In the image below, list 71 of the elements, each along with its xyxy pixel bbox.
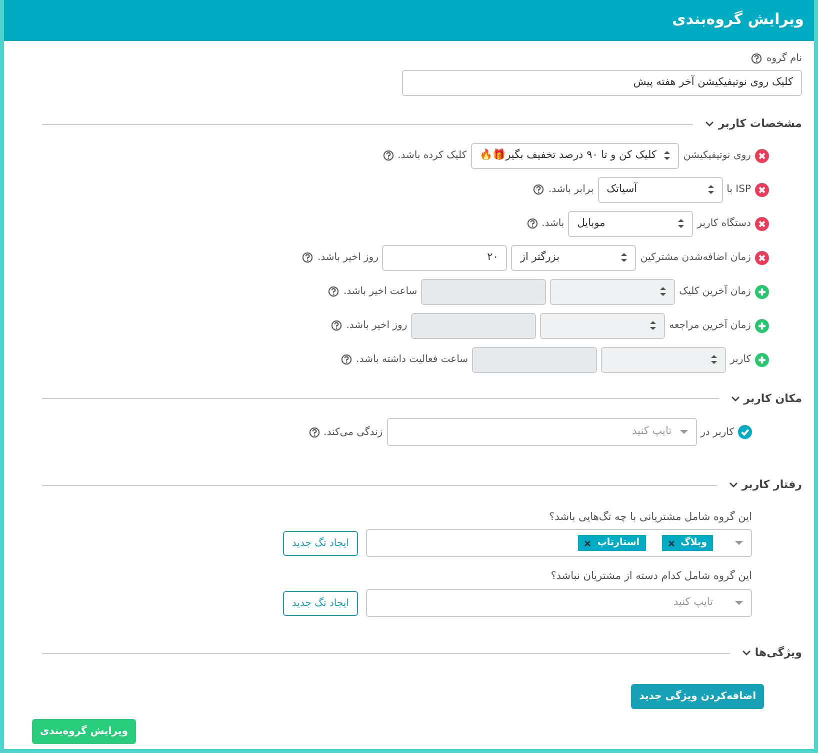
criterion-suffix: ساعت فعالیت داشته باشد.: [356, 353, 468, 367]
criterion-label: دستگاه کاربر: [697, 216, 751, 231]
help-icon[interactable]: [751, 53, 762, 64]
add-icon[interactable]: [755, 352, 769, 366]
group-name-field[interactable]: کلیک روی نوتیفیکیشن آخر هفته پیش: [402, 70, 802, 96]
page-title: ویرایش گروه‌بندی: [4, 0, 814, 41]
criterion-suffix: روز اخیر باشد.: [317, 251, 378, 265]
select-field[interactable]: کلیک کن و تا ۹۰ درصد تخفیف بگیر🎁🔥: [470, 142, 680, 168]
sort-caret-icon: [621, 253, 628, 262]
section-title[interactable]: رفتار کاربر: [742, 477, 802, 494]
remove-icon[interactable]: [755, 216, 769, 230]
sort-caret-icon: [664, 151, 670, 160]
chevron-icon[interactable]: [728, 481, 738, 490]
help-icon[interactable]: [308, 426, 320, 438]
criterion-suffix: برابر باشد.: [548, 183, 594, 197]
input-field[interactable]: ۲۰: [382, 244, 508, 270]
check-icon[interactable]: [738, 425, 752, 439]
placeholder: تایپ کنید: [673, 595, 713, 610]
placeholder: تایپ کنید: [632, 424, 672, 440]
question-label: این گروه شامل کدام دسته از مشتریان نباشد؟: [550, 569, 752, 584]
select-field[interactable]: [550, 278, 676, 304]
dropdown-caret-icon[interactable]: [680, 430, 688, 434]
select-field[interactable]: آسیاتک: [598, 176, 723, 202]
chevron-icon[interactable]: [730, 394, 740, 403]
select-field[interactable]: موبایل: [568, 210, 694, 236]
remove-icon[interactable]: [584, 540, 592, 547]
dropdown-caret-icon[interactable]: [735, 541, 743, 546]
sort-caret-icon: [708, 185, 714, 194]
sort-caret-icon: [660, 287, 666, 296]
sort-caret-icon: [711, 355, 718, 364]
add-icon[interactable]: [755, 318, 769, 332]
chevron-icon[interactable]: [742, 649, 751, 658]
criterion-suffix: روز اخیر باشد.: [346, 319, 408, 333]
select-field[interactable]: [601, 346, 726, 372]
dropdown-caret-icon[interactable]: [735, 601, 743, 605]
criterion-label: روی نوتیفیکیشن: [683, 149, 751, 163]
criterion-suffix: ساعت اخیر باشد.: [343, 285, 418, 299]
remove-icon[interactable]: [755, 182, 769, 196]
criterion-label: ISP با: [726, 183, 751, 197]
question-label: این گروه شامل مشتریانی با چه تگ‌هایی باشد؟: [548, 510, 752, 525]
criterion-label: کاربر: [730, 353, 751, 367]
select-field[interactable]: بزرگتر از: [511, 244, 636, 270]
select-field[interactable]: [540, 312, 666, 338]
criterion-suffix: زندگی می‌کند.: [324, 425, 383, 440]
help-icon[interactable]: [341, 354, 352, 365]
criterion-suffix: کلیک کرده باشد.: [398, 149, 467, 163]
input-field[interactable]: [472, 346, 598, 372]
help-icon[interactable]: [526, 218, 538, 229]
chevron-icon[interactable]: [705, 120, 714, 128]
field-label: نام گروه: [766, 51, 802, 66]
remove-icon[interactable]: [668, 540, 675, 547]
criterion-suffix: باشد.: [542, 217, 564, 231]
sort-caret-icon: [650, 321, 656, 330]
sort-caret-icon: [678, 219, 684, 228]
input-field[interactable]: [421, 278, 546, 304]
help-icon[interactable]: [328, 286, 340, 297]
section-title[interactable]: مکان کاربر: [744, 390, 802, 407]
help-icon[interactable]: [533, 184, 544, 195]
help-icon[interactable]: [382, 150, 394, 161]
help-icon[interactable]: [302, 252, 314, 263]
input-field[interactable]: [411, 312, 536, 338]
remove-icon[interactable]: [755, 250, 769, 264]
section-title[interactable]: ویژگی‌ها: [754, 645, 802, 662]
criterion-label: زمان آخرین کلیک: [679, 284, 751, 299]
section-title[interactable]: مشخصات کاربر: [718, 116, 802, 132]
criterion-label: کاربر در: [700, 426, 734, 440]
remove-icon[interactable]: [755, 148, 769, 162]
add-icon[interactable]: [755, 284, 769, 298]
criterion-label: زمان آخرین مراجعه: [669, 318, 751, 333]
criterion-label: زمان اضافه‌شدن مشترکین: [640, 251, 751, 265]
help-icon[interactable]: [331, 320, 342, 331]
